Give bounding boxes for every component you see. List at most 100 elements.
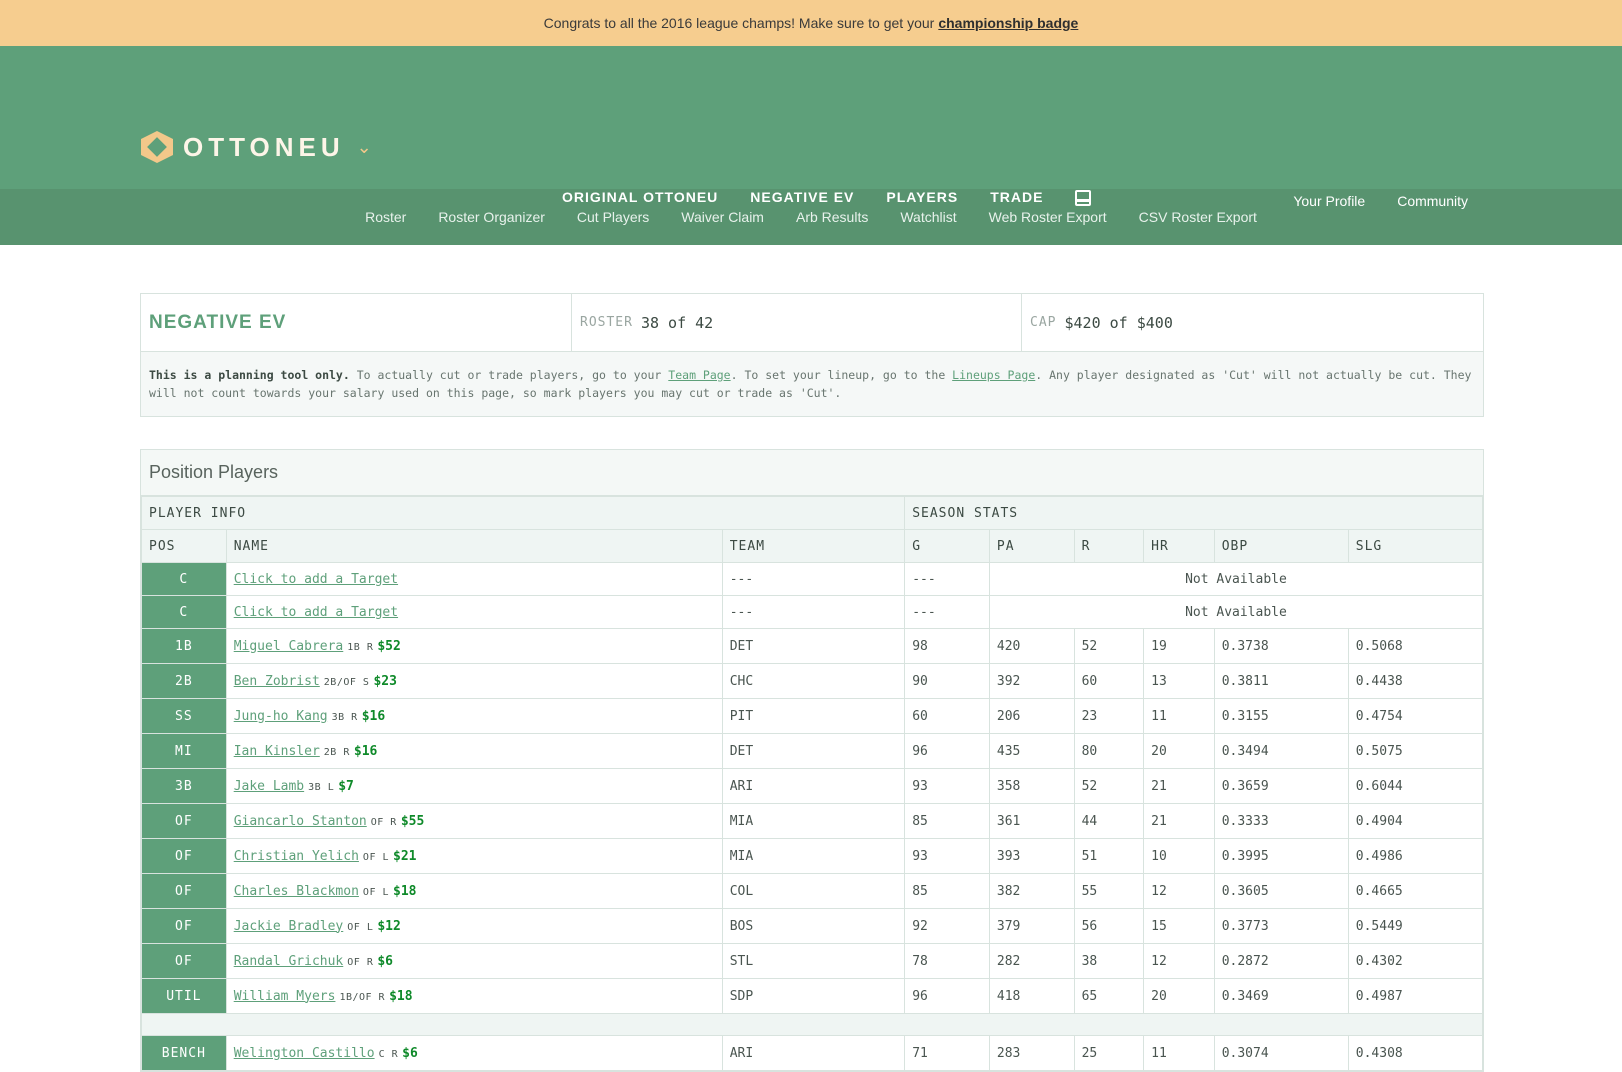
name-cell: Ben Zobrist 2B/OF S $23 — [225, 663, 723, 699]
col-header[interactable]: PA — [988, 529, 1075, 563]
pa-cell: 361 — [988, 803, 1075, 839]
subnav-cut-players[interactable]: Cut Players — [577, 209, 649, 225]
banner-text: Congrats to all the 2016 league champs! … — [543, 15, 935, 31]
runs-cell: 44 — [1073, 803, 1145, 839]
slg-cell: 0.5068 — [1347, 628, 1484, 664]
position-cell[interactable]: OF — [141, 803, 227, 839]
team-cell: COL — [721, 873, 906, 909]
add-target-link[interactable]: Click to add a Target — [234, 572, 398, 587]
salary-label: $6 — [377, 953, 394, 969]
position-cell[interactable]: MI — [141, 733, 227, 769]
nav-negative-ev[interactable]: NEGATIVE EV — [750, 189, 854, 229]
position-cell[interactable]: SS — [141, 698, 227, 734]
nav-players[interactable]: PLAYERS — [886, 189, 958, 206]
player-link[interactable]: Jake Lamb — [234, 779, 304, 794]
table-row: 3B Jake Lamb 3B L $7 ARI 93 358 52 21 0.3659 0.604… — [141, 768, 1484, 804]
community-link[interactable]: Community — [1397, 193, 1468, 209]
position-cell[interactable]: OF — [141, 908, 227, 944]
games-cell: --- — [904, 595, 990, 629]
subnav-watchlist[interactable]: Watchlist — [900, 209, 956, 225]
note-text-1: To actually cut or trade players, go to … — [349, 368, 669, 382]
name-cell: Ian Kinsler 2B R $16 — [225, 733, 723, 769]
games-cell: 93 — [904, 768, 990, 804]
player-link[interactable]: Randal Grichuk — [234, 954, 344, 969]
player-link[interactable]: Giancarlo Stanton — [234, 814, 367, 829]
games-cell: --- — [904, 562, 990, 596]
table-row: BENCH Welington Castillo C R $6 ARI 71 283 25 11… — [141, 1035, 1484, 1071]
games-cell: 85 — [904, 873, 990, 909]
eligibility-label: OF R — [347, 956, 374, 968]
pa-cell: 392 — [988, 663, 1075, 699]
chevron-down-icon[interactable]: ⌄ — [357, 137, 372, 158]
team-page-link[interactable]: Team Page — [668, 368, 730, 382]
eligibility-label: OF L — [362, 886, 390, 898]
slg-cell: 0.4754 — [1347, 698, 1484, 734]
subnav-roster-organizer[interactable]: Roster Organizer — [438, 209, 545, 225]
subnav-web-roster-export[interactable]: Web Roster Export — [989, 209, 1107, 225]
position-cell[interactable]: 3B — [141, 768, 227, 804]
target-row: C Click to add a Target --- --- Not Availabl… — [141, 595, 1484, 629]
roster-count: ROSTER 38 of 42 — [572, 294, 1022, 351]
your-profile-link[interactable]: Your Profile — [1293, 193, 1365, 209]
position-cell[interactable]: UTIL — [141, 978, 227, 1014]
table-row: 2B Ben Zobrist 2B/OF S $23 CHC 90 392 60 13 0.381… — [141, 663, 1484, 699]
obp-cell: 0.3155 — [1213, 698, 1349, 734]
hr-cell: 21 — [1143, 768, 1215, 804]
subnav-waiver-claim[interactable]: Waiver Claim — [681, 209, 764, 225]
col-header[interactable]: HR — [1143, 529, 1215, 563]
table-row: OF Giancarlo Stanton OF R $55 MIA 85 361 44 21 0.… — [141, 803, 1484, 839]
pa-cell: 420 — [988, 628, 1075, 664]
obp-cell: 0.3811 — [1213, 663, 1349, 699]
name-cell: Randal Grichuk OF R $6 — [225, 943, 723, 979]
slg-cell: 0.4987 — [1347, 978, 1484, 1014]
col-header[interactable]: G — [904, 529, 990, 563]
player-link[interactable]: Ben Zobrist — [234, 674, 320, 689]
ottoneu-logo-icon — [141, 131, 173, 163]
col-header[interactable]: POS — [141, 529, 227, 563]
runs-cell: 60 — [1073, 663, 1145, 699]
subnav-csv-roster-export[interactable]: CSV Roster Export — [1139, 209, 1257, 225]
col-header[interactable]: SLG — [1347, 529, 1484, 563]
position-cell[interactable]: 2B — [141, 663, 227, 699]
player-link[interactable]: William Myers — [234, 989, 336, 1004]
position-players-title: Position Players — [141, 450, 1483, 496]
runs-cell: 52 — [1073, 628, 1145, 664]
roster-label: ROSTER — [580, 315, 633, 330]
nav-original-ottoneu[interactable]: ORIGINAL OTTONEU — [562, 189, 718, 206]
games-cell: 96 — [904, 978, 990, 1014]
position-cell[interactable]: OF — [141, 943, 227, 979]
player-link[interactable]: Charles Blackmon — [234, 884, 359, 899]
nav-trade[interactable]: TRADE — [990, 189, 1043, 206]
position-cell: C — [141, 562, 227, 596]
col-header[interactable]: TEAM — [721, 529, 906, 563]
lineups-page-link[interactable]: Lineups Page — [952, 368, 1035, 382]
table-row: OF Jackie Bradley OF L $12 BOS 92 379 56 15 0.377… — [141, 908, 1484, 944]
position-cell[interactable]: OF — [141, 838, 227, 874]
player-link[interactable]: Ian Kinsler — [234, 744, 320, 759]
col-header[interactable]: R — [1073, 529, 1145, 563]
player-link[interactable]: Jung-ho Kang — [234, 709, 328, 724]
player-link[interactable]: Jackie Bradley — [234, 919, 344, 934]
inbox-icon[interactable] — [1075, 190, 1092, 206]
col-header[interactable]: NAME — [225, 529, 723, 563]
brand-menu[interactable]: OTTONEU ⌄ — [141, 131, 372, 163]
player-link[interactable]: Christian Yelich — [234, 849, 359, 864]
player-link[interactable]: Miguel Cabrera — [234, 639, 344, 654]
games-cell: 60 — [904, 698, 990, 734]
eligibility-label: 3B R — [331, 711, 358, 723]
position-cell[interactable]: OF — [141, 873, 227, 909]
games-cell: 85 — [904, 803, 990, 839]
team-cell: DET — [721, 628, 906, 664]
player-link[interactable]: Welington Castillo — [234, 1046, 375, 1061]
note-text-2: . To set your lineup, go to the — [730, 368, 953, 382]
subnav-roster[interactable]: Roster — [365, 209, 406, 225]
add-target-link[interactable]: Click to add a Target — [234, 605, 398, 620]
table-row: OF Charles Blackmon OF L $18 COL 85 382 55 12 0.3… — [141, 873, 1484, 909]
note-bold: This is a planning tool only. — [149, 368, 350, 382]
col-header[interactable]: OBP — [1213, 529, 1349, 563]
championship-badge-link[interactable]: championship badge — [938, 15, 1078, 31]
position-cell[interactable]: BENCH — [141, 1035, 227, 1071]
obp-cell: 0.2872 — [1213, 943, 1349, 979]
position-cell[interactable]: 1B — [141, 628, 227, 664]
team-cell: MIA — [721, 803, 906, 839]
